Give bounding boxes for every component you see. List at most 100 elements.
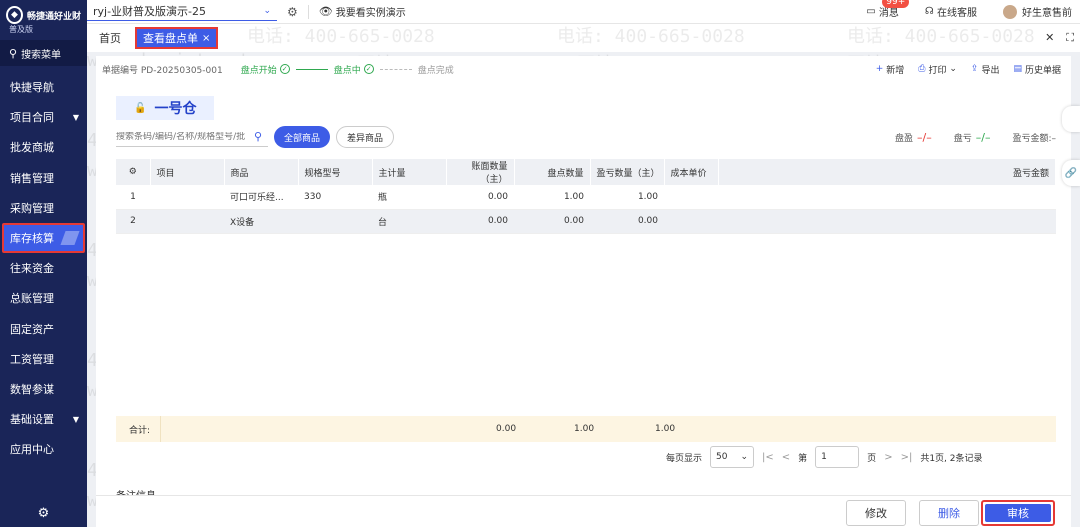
- prev-page-icon[interactable]: <: [782, 452, 790, 463]
- top-right-tools: ▭ 消息 99+ ☊ 在线客服 好生意售前: [866, 0, 1080, 24]
- page-input[interactable]: 1: [815, 446, 860, 468]
- link-icon[interactable]: 🔗: [1062, 160, 1080, 186]
- settings-gear-icon[interactable]: ⚙: [0, 506, 87, 521]
- cell-pl-amount: [718, 209, 1056, 234]
- gear-icon[interactable]: ⚙: [287, 5, 298, 19]
- chevron-down-icon: ⌄: [740, 452, 749, 462]
- cell-spec: [298, 209, 372, 234]
- sidebar-item-project-contract[interactable]: 项目合同 ▼: [0, 102, 87, 132]
- profit-label: 盘盈: [894, 133, 913, 144]
- top-bar: ryj-业财普及版演示-25 ⌄ ⚙ 👁 我要看实例演示 ▭ 消息 99+ ☊ …: [87, 0, 1080, 24]
- support-label: 在线客服: [937, 8, 977, 19]
- close-all-icon[interactable]: ✕: [1045, 31, 1054, 45]
- tab-bar: 首页 查看盘点单 × ✕ ⛶: [87, 24, 1080, 52]
- avatar: [1003, 4, 1017, 19]
- stocktake-stats: 盘盈 –/– 盘亏 –/– 盈亏金额:–: [895, 131, 1056, 144]
- demo-link[interactable]: 👁 我要看实例演示: [319, 4, 406, 19]
- add-label: 新增: [886, 65, 905, 76]
- sidebar-item-label: 数智参谋: [10, 382, 54, 396]
- export-icon: ⇪: [970, 64, 979, 74]
- stocktake-panel: 单据编号 PD-20250305-001 盘点开始 ✓ 盘点中 ✓ 盘点完成 + 新增…: [96, 56, 1071, 527]
- per-page-value: 50: [716, 452, 728, 462]
- online-support-button[interactable]: ☊ 在线客服: [925, 4, 977, 19]
- totals-row: 合计: 0.00 1.00 1.00: [116, 416, 1056, 442]
- column-settings-icon[interactable]: ⚙: [116, 159, 151, 185]
- sidebar-item-label: 应用中心: [10, 443, 54, 457]
- side-float-tab[interactable]: [1062, 106, 1080, 132]
- row-index: 2: [116, 209, 150, 234]
- add-button[interactable]: + 新增: [876, 63, 905, 76]
- loss-stat: 盘亏 –/–: [954, 131, 991, 144]
- edit-button[interactable]: 修改: [846, 500, 906, 526]
- first-page-icon[interactable]: |<: [762, 452, 774, 463]
- sidebar-item-label: 项目合同: [10, 111, 54, 125]
- export-button[interactable]: ⇪ 导出: [971, 63, 1000, 76]
- sidebar-item-app-center[interactable]: 应用中心: [0, 434, 87, 464]
- per-page-select[interactable]: 50 ⌄: [710, 446, 755, 468]
- delete-button[interactable]: 删除: [919, 500, 979, 526]
- audit-label: 审核: [985, 504, 1051, 522]
- sidebar-item-funds[interactable]: 往来资金: [0, 253, 87, 283]
- loss-label: 盘亏: [953, 133, 972, 144]
- cell-book-qty: 0.00: [446, 185, 514, 210]
- col-cost: 成本单价: [664, 159, 719, 185]
- check-icon: ✓: [279, 64, 290, 74]
- company-name: ryj-业财普及版演示-25: [93, 5, 207, 18]
- lock-icon: 🔓: [134, 102, 147, 114]
- profit-stat: 盘盈 –/–: [895, 131, 932, 144]
- user-menu[interactable]: 好生意售前: [1003, 4, 1072, 19]
- page-suffix: 页: [867, 453, 877, 464]
- caret-down-icon: ▼: [72, 414, 79, 424]
- menu-search-label: 搜索菜单: [21, 49, 62, 61]
- menu-search-button[interactable]: ⚲ 搜索菜单: [0, 40, 87, 66]
- sidebar-item-wholesale[interactable]: 批发商城: [0, 132, 87, 162]
- table-row[interactable]: 1 可口可乐经... 330 瓶 0.00 1.00 1.00: [116, 185, 1056, 210]
- total-pl-qty: 1.00: [655, 424, 676, 434]
- tab-home[interactable]: 首页: [87, 30, 133, 46]
- company-selector[interactable]: ryj-业财普及版演示-25 ⌄: [87, 3, 277, 21]
- stocktake-table: ⚙ 项目 商品 规格型号 主计量 账面数量（主） 盘点数量 盈亏数量（主） 成本…: [116, 159, 1056, 234]
- search-icon: ⚲: [9, 46, 18, 60]
- sidebar-item-quick-nav[interactable]: 快捷导航: [0, 72, 87, 102]
- pagination: 每页显示 50 ⌄ |< < 第 1 页 > >| 共1页, 2条记录: [666, 446, 983, 468]
- print-button[interactable]: ⎙ 打印 ⌄: [918, 63, 957, 76]
- close-icon[interactable]: ×: [202, 33, 210, 44]
- sidebar-item-label: 快捷导航: [10, 81, 54, 95]
- next-page-icon[interactable]: >: [884, 452, 892, 463]
- sidebar-item-label: 采购管理: [10, 201, 54, 215]
- messages-button[interactable]: ▭ 消息 99+: [866, 0, 910, 19]
- last-page-icon[interactable]: >|: [901, 452, 913, 463]
- all-goods-button[interactable]: 全部商品: [274, 126, 331, 148]
- sidebar-item-fixed-assets[interactable]: 固定资产: [0, 314, 87, 344]
- tab-view-stocktake[interactable]: 查看盘点单 ×: [135, 27, 219, 49]
- col-project: 项目: [150, 159, 225, 185]
- total-label: 合计:: [116, 416, 161, 442]
- row-index: 1: [116, 185, 150, 210]
- check-icon: ✓: [363, 64, 374, 74]
- cell-goods: X设备: [224, 209, 298, 234]
- step-connector: [295, 68, 328, 70]
- search-input[interactable]: [116, 131, 254, 142]
- step-done: 盘点完成: [418, 63, 454, 76]
- sidebar-item-label: 总账管理: [10, 292, 54, 306]
- col-goods: 商品: [224, 159, 299, 185]
- history-button[interactable]: ▤ 历史单据: [1013, 63, 1061, 76]
- sidebar-item-ledger[interactable]: 总账管理: [0, 283, 87, 313]
- step-start: 盘点开始 ✓: [241, 63, 290, 76]
- sidebar-item-sales[interactable]: 销售管理: [0, 163, 87, 193]
- search-icon[interactable]: ⚲: [254, 130, 262, 143]
- fullscreen-icon[interactable]: ⛶: [1066, 31, 1074, 45]
- table-row[interactable]: 2 X设备 台 0.00 0.00 0.00: [116, 209, 1056, 234]
- sidebar-item-inventory[interactable]: 库存核算: [2, 222, 85, 254]
- cell-pl-amount: [718, 185, 1056, 210]
- sidebar-item-purchase[interactable]: 采购管理: [0, 193, 87, 223]
- goods-search: ⚲: [116, 127, 268, 147]
- cell-pl-qty: 1.00: [590, 185, 664, 210]
- cell-book-qty: 0.00: [446, 209, 514, 234]
- sidebar-item-basic-settings[interactable]: 基础设置 ▼: [0, 404, 87, 434]
- loss-value: –/–: [975, 130, 991, 144]
- diff-goods-button[interactable]: 差异商品: [336, 126, 395, 148]
- audit-button[interactable]: 审核: [981, 500, 1055, 526]
- sidebar-item-payroll[interactable]: 工资管理: [0, 344, 87, 374]
- sidebar-item-smart-advisor[interactable]: 数智参谋: [0, 374, 87, 404]
